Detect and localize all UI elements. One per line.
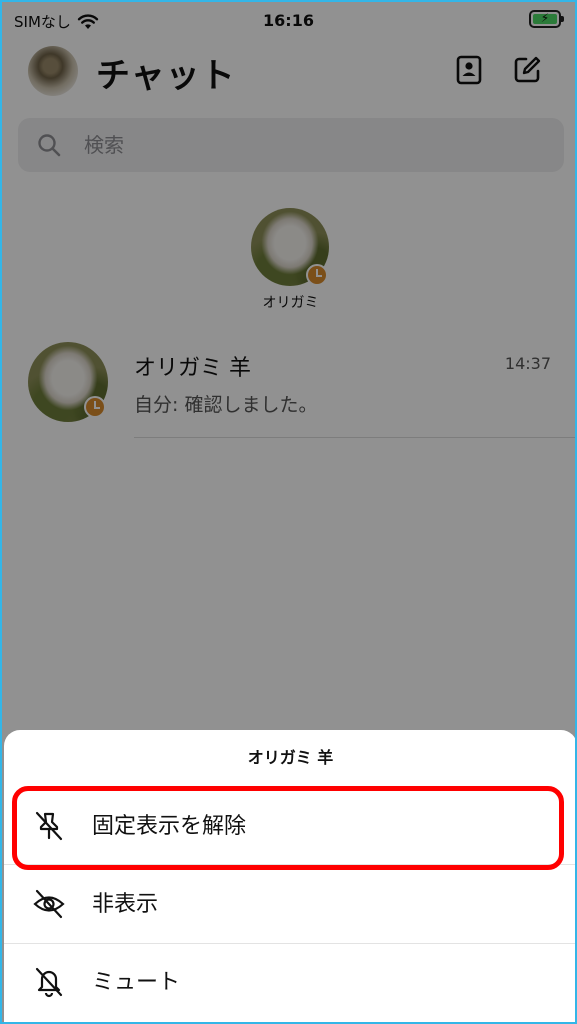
bell-off-icon — [35, 967, 63, 998]
screen: SIMなし 16:16 ⚡ チャット 検索 オリガミ オリガミ 羊 14:37 … — [0, 0, 577, 1024]
hide-label: 非表示 — [92, 892, 159, 917]
action-sheet: オリガミ 羊 固定表示を解除 非表示 ミュート — [4, 730, 575, 1022]
mute-label: ミュート — [92, 970, 181, 995]
sheet-title: オリガミ 羊 — [247, 748, 334, 767]
mute-menu-item[interactable]: ミュート — [4, 944, 575, 1022]
highlight-box — [12, 786, 564, 870]
eye-off-icon — [33, 889, 65, 919]
hide-menu-item[interactable]: 非表示 — [4, 866, 575, 944]
